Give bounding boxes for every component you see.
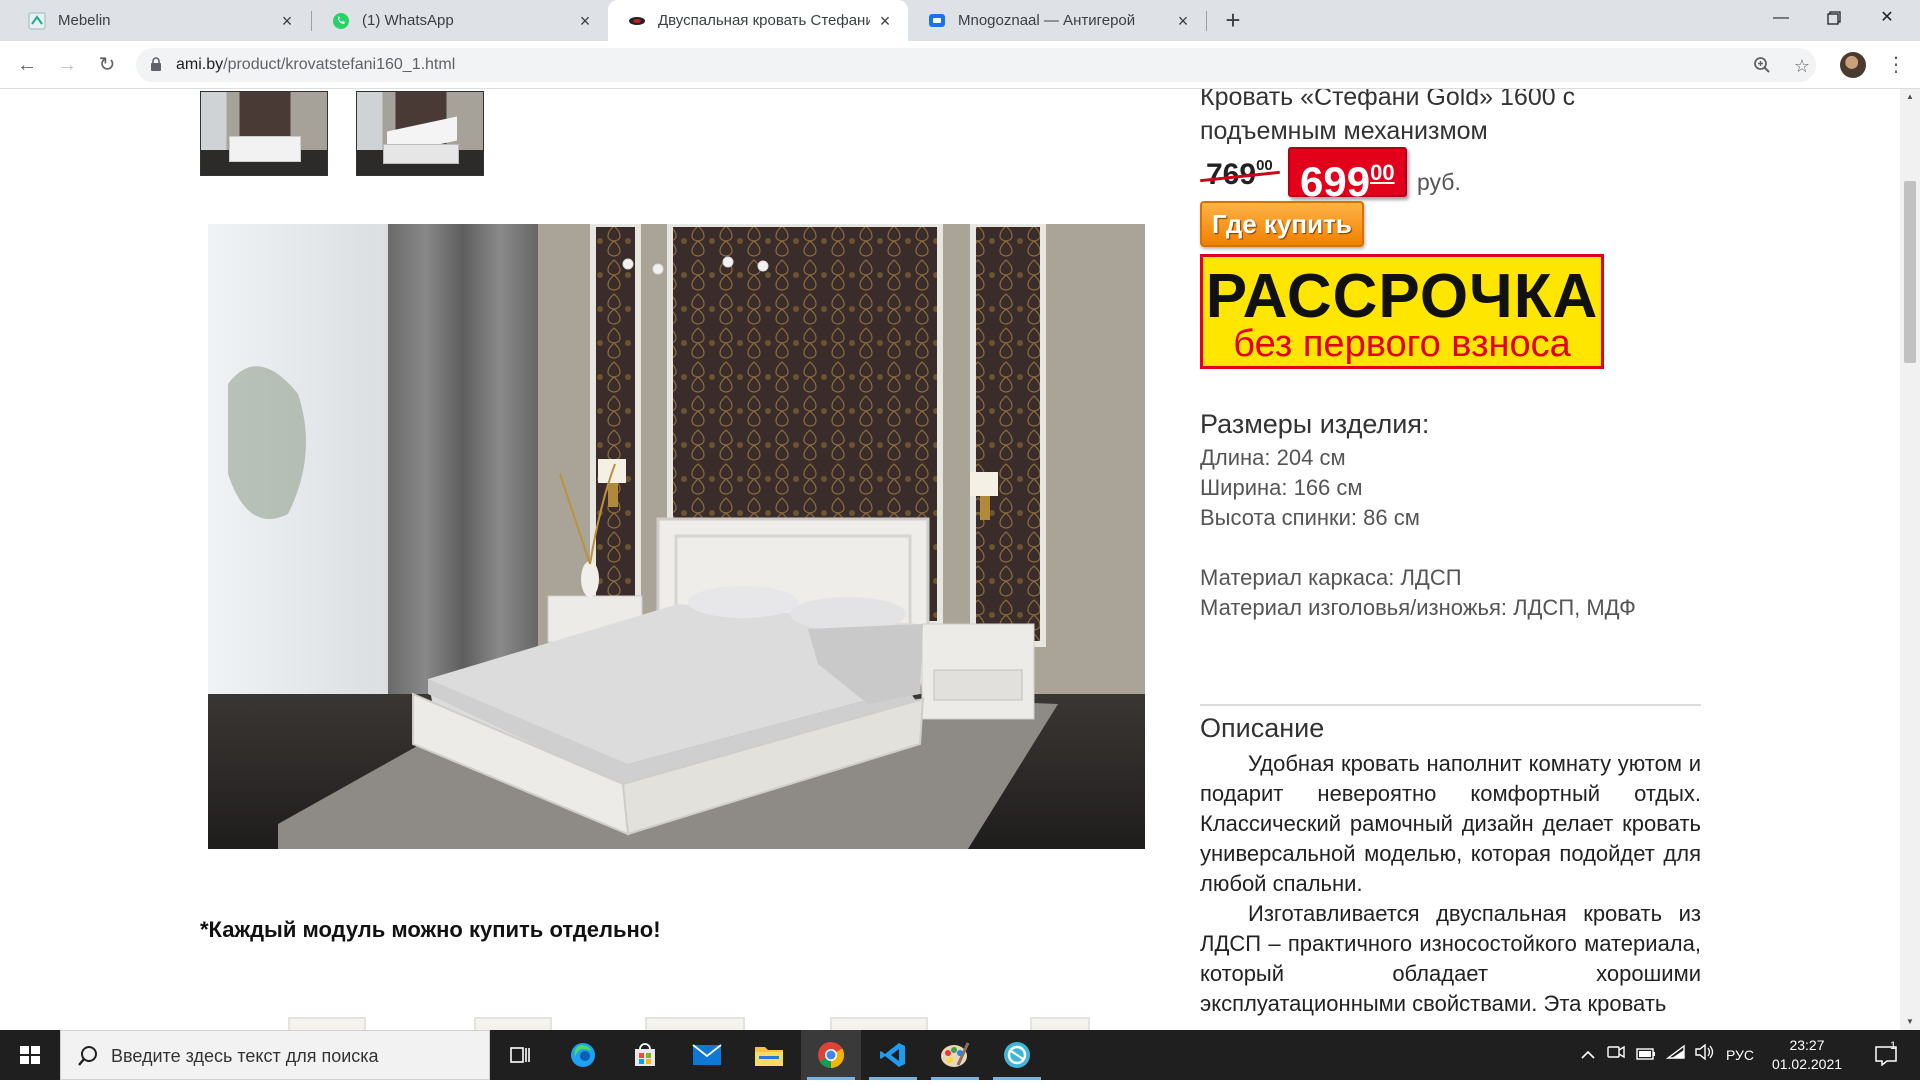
store-icon[interactable] (615, 1030, 675, 1080)
page-content: *Каждый модуль можно купить отдельно! Кр… (0, 89, 1900, 1030)
whatsapp-icon (332, 12, 350, 30)
notifications-icon[interactable]: 1 (1866, 1030, 1906, 1080)
show-hidden-icons-icon[interactable] (1576, 1030, 1600, 1080)
mail-icon[interactable] (677, 1030, 737, 1080)
tab-strip: Mebelin × (1) WhatsApp × Двуспальная кро… (0, 0, 1920, 41)
search-placeholder: Введите здесь текст для поиска (111, 1046, 379, 1066)
windows-logo-icon (20, 1046, 40, 1064)
input-language[interactable]: РУС (1720, 1030, 1760, 1080)
zoom-icon[interactable] (1752, 56, 1772, 76)
bedroom-photo-illustration (208, 224, 1145, 849)
module-preview-2[interactable] (474, 1017, 552, 1030)
tab-title: (1) WhatsApp (362, 12, 454, 29)
vscode-icon[interactable] (863, 1030, 923, 1080)
windows-taskbar: Введите здесь текст для поиска РУС 23:27… (0, 1030, 1920, 1080)
spec-frame-material: Материал каркаса: ЛДСП (1200, 565, 1462, 590)
tab-mnogoznaal[interactable]: Mnogoznaal — Антигерой × (908, 0, 1206, 41)
tab-product[interactable]: Двуспальная кровать Стефани с × (608, 0, 908, 41)
description-paragraph-1: Удобная кровать наполнит комнату уютом и… (1200, 751, 1701, 896)
lock-icon (151, 57, 161, 71)
profile-avatar[interactable] (1840, 52, 1866, 78)
installment-banner[interactable]: РАССРОЧКА без первого взноса (1200, 254, 1604, 369)
module-preview-4[interactable] (830, 1017, 928, 1030)
chrome-taskbar-icon[interactable] (801, 1030, 861, 1080)
forward-button[interactable]: → (53, 51, 81, 79)
task-view-icon[interactable] (490, 1030, 550, 1080)
close-tab-icon[interactable]: × (278, 12, 296, 30)
installment-title: РАССРОЧКА (1205, 262, 1599, 331)
close-tab-icon[interactable]: × (876, 12, 894, 30)
description-text: Удобная кровать наполнит комнату уютом и… (1200, 749, 1701, 1019)
volume-icon[interactable] (1692, 1030, 1716, 1080)
description-paragraph-2: Изготавливается двуспальная кровать из Л… (1200, 901, 1701, 1016)
start-button[interactable] (0, 1030, 60, 1080)
ami-favicon-icon (628, 12, 646, 30)
notification-count: 1 (1890, 1040, 1897, 1052)
tab-title: Двуспальная кровать Стефани с (658, 12, 870, 29)
spec-height: Высота спинки: 86 см (1200, 505, 1420, 530)
taskbar-search[interactable]: Введите здесь текст для поиска (60, 1030, 490, 1080)
section-divider (1200, 704, 1701, 706)
product-title: Кровать «Стефани Gold» 1600 с подъемным … (1200, 89, 1576, 145)
chrome-menu-icon[interactable]: ⋮ (1886, 51, 1906, 79)
address-bar[interactable]: ami.by/product/krovatstefani160_1.html ☆ (136, 48, 1816, 82)
product-thumbnail-2[interactable] (356, 91, 484, 176)
close-window-button[interactable]: ✕ (1864, 0, 1910, 36)
paint-icon[interactable] (925, 1030, 985, 1080)
meet-now-icon[interactable] (1604, 1030, 1628, 1080)
spec-width: Ширина: 166 см (1200, 475, 1363, 500)
tab-divider (1206, 11, 1207, 31)
new-price-badge: 69900 (1288, 147, 1407, 205)
file-explorer-icon[interactable] (739, 1030, 799, 1080)
url-path: /product/krovatstefani160_1.html (223, 56, 456, 73)
spec-headboard-material: Материал изголовья/изножья: ЛДСП, МДФ (1200, 595, 1636, 620)
tab-mebelin[interactable]: Mebelin × (8, 0, 310, 41)
battery-icon[interactable] (1634, 1030, 1658, 1080)
search-icon (78, 1046, 97, 1066)
dimensions-heading: Размеры изделия: (1200, 409, 1430, 439)
module-preview-3[interactable] (645, 1017, 745, 1030)
close-tab-icon[interactable]: × (576, 12, 594, 30)
minimize-button[interactable]: — (1758, 0, 1804, 36)
spec-length: Длина: 204 см (1200, 445, 1346, 470)
reload-button[interactable]: ↻ (93, 51, 121, 79)
module-note: *Каждый модуль можно купить отдельно! (200, 917, 661, 942)
back-button[interactable]: ← (13, 51, 41, 79)
url-domain: ami.by (176, 56, 224, 73)
price-block: 76900 69900 руб. (1200, 147, 1500, 205)
chat-favicon-icon (928, 12, 946, 30)
system-clock[interactable]: 23:27 01.02.2021 (1762, 1036, 1852, 1074)
product-main-image[interactable] (208, 224, 1145, 849)
description-heading: Описание (1200, 713, 1325, 743)
browser-app-icon[interactable] (987, 1030, 1047, 1080)
new-price-dec: 00 (1370, 160, 1395, 185)
close-tab-icon[interactable]: × (1174, 12, 1192, 30)
page-scrollbar[interactable]: ▲ ▼ (1900, 89, 1920, 1030)
mebelin-favicon-icon (28, 12, 46, 30)
browser-toolbar: ← → ↻ ami.by/product/krovatstefani160_1.… (0, 41, 1920, 89)
bookmark-star-icon[interactable]: ☆ (1792, 56, 1812, 76)
wifi-icon[interactable] (1664, 1030, 1688, 1080)
module-preview-1[interactable] (288, 1017, 366, 1030)
new-price-int: 699 (1300, 158, 1371, 205)
scroll-up-arrow-icon[interactable]: ▲ (1900, 89, 1920, 105)
currency-label: руб. (1417, 169, 1461, 195)
tab-title: Mnogoznaal — Антигерой (958, 12, 1136, 29)
scrollbar-thumb[interactable] (1904, 181, 1916, 363)
module-preview-5[interactable] (1030, 1017, 1090, 1030)
restore-button[interactable] (1811, 0, 1857, 36)
clock-time: 23:27 (1789, 1037, 1825, 1053)
url-text[interactable]: ami.by/product/krovatstefani160_1.html (176, 48, 455, 82)
product-thumbnail-1[interactable] (200, 91, 328, 176)
installment-subtitle: без первого взноса (1233, 323, 1571, 365)
tab-whatsapp[interactable]: (1) WhatsApp × (312, 0, 608, 41)
scroll-down-arrow-icon[interactable]: ▼ (1900, 1014, 1920, 1030)
tab-title: Mebelin (58, 12, 111, 29)
clock-date: 01.02.2021 (1771, 1056, 1843, 1072)
where-to-buy-button[interactable]: Где купить (1200, 201, 1364, 247)
new-tab-button[interactable]: + (1220, 7, 1246, 34)
edge-icon[interactable] (553, 1030, 613, 1080)
